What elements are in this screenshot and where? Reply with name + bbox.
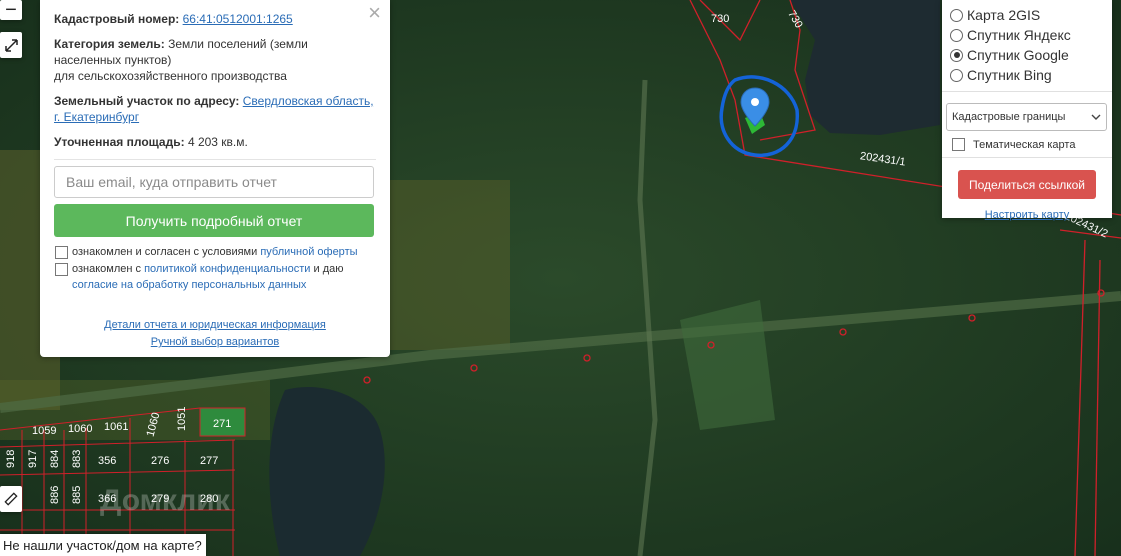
chevron-down-icon [1091, 114, 1101, 120]
consent-privacy-row: ознакомлен с политикой конфиденциальност… [54, 261, 376, 293]
thematic-row: Тематическая карта [950, 138, 1104, 151]
address-row: Земельный участок по адресу: Свердловска… [54, 94, 374, 124]
divider [942, 157, 1112, 158]
privacy-link[interactable]: политикой конфиденциальности [144, 263, 310, 275]
layer-option-2gis[interactable]: Карта 2GIS [950, 5, 1104, 25]
area-row: Уточненная площадь: 4 203 кв.м. [54, 135, 248, 149]
configure-map-link[interactable]: Настроить карту [950, 209, 1104, 221]
address-link[interactable]: Свердловская область, [243, 94, 374, 108]
parcel-label: 885 [71, 486, 83, 504]
layer-panel: Карта 2GIS Спутник Яндекс Спутник Google… [942, 0, 1112, 221]
cadastral-number-link[interactable]: 66:41:0512001:1265 [183, 12, 293, 26]
parcel-label: 917 [27, 450, 39, 468]
radio-icon [950, 8, 963, 22]
parcel-label: 886 [49, 486, 61, 504]
parcel-label: 1059 [32, 425, 56, 437]
parcel-label: 276 [151, 455, 169, 467]
parcel-label: 1060 [68, 423, 92, 435]
offer-link[interactable]: публичной оферты [260, 246, 357, 258]
address-link-city[interactable]: г. Екатеринбург [54, 110, 139, 124]
layer-option-yandex[interactable]: Спутник Яндекс [950, 25, 1104, 45]
ruler-button[interactable] [0, 486, 22, 512]
radio-icon [950, 68, 963, 82]
divider [942, 91, 1112, 92]
parcel-label: 884 [49, 450, 61, 468]
parcel-label: 277 [200, 455, 218, 467]
close-icon[interactable]: × [368, 2, 381, 24]
minus-icon: − [5, 0, 17, 21]
layer-option-google[interactable]: Спутник Google [950, 45, 1104, 65]
manual-select-link[interactable]: Ручной выбор вариантов [54, 334, 376, 350]
fullscreen-button[interactable] [0, 32, 22, 58]
ruler-icon [4, 492, 18, 506]
radio-icon [950, 28, 963, 42]
parcel-label: 730 [711, 13, 729, 25]
parcel-label: 1061 [104, 421, 128, 433]
watermark: Домклик [100, 484, 231, 517]
zoom-out-button[interactable]: − [0, 0, 22, 20]
parcel-label: 356 [98, 455, 116, 467]
parcel-label: 918 [5, 450, 17, 468]
personal-data-link[interactable]: согласие на обработку персональных данны… [72, 279, 306, 291]
consent-offer-checkbox[interactable] [55, 246, 68, 259]
parcel-info-panel: × Кадастровый номер: 66:41:0512001:1265 … [40, 0, 390, 357]
category-row: Категория земель: Земли поселений (земли… [54, 37, 308, 83]
share-link-button[interactable]: Поделиться ссылкой [958, 170, 1096, 199]
details-link[interactable]: Детали отчета и юридическая информация [54, 317, 376, 333]
consent-privacy-checkbox[interactable] [55, 263, 68, 276]
divider [54, 159, 376, 160]
cadastral-row: Кадастровый номер: 66:41:0512001:1265 [54, 12, 293, 26]
email-input[interactable] [54, 166, 374, 198]
radio-selected-icon [950, 48, 963, 62]
thematic-checkbox[interactable] [952, 138, 965, 151]
get-report-button[interactable]: Получить подробный отчет [54, 204, 374, 237]
not-found-bar[interactable]: Не нашли участок/дом на карте? [0, 534, 206, 556]
parcel-label: 271 [213, 418, 231, 430]
expand-icon [4, 38, 18, 52]
consent-offer-row: ознакомлен и согласен с условиями публич… [54, 244, 376, 260]
parcel-label: 1051 [176, 407, 188, 431]
layer-select[interactable]: Кадастровые границы [946, 103, 1107, 131]
parcel-label: 883 [71, 450, 83, 468]
layer-option-bing[interactable]: Спутник Bing [950, 65, 1104, 85]
